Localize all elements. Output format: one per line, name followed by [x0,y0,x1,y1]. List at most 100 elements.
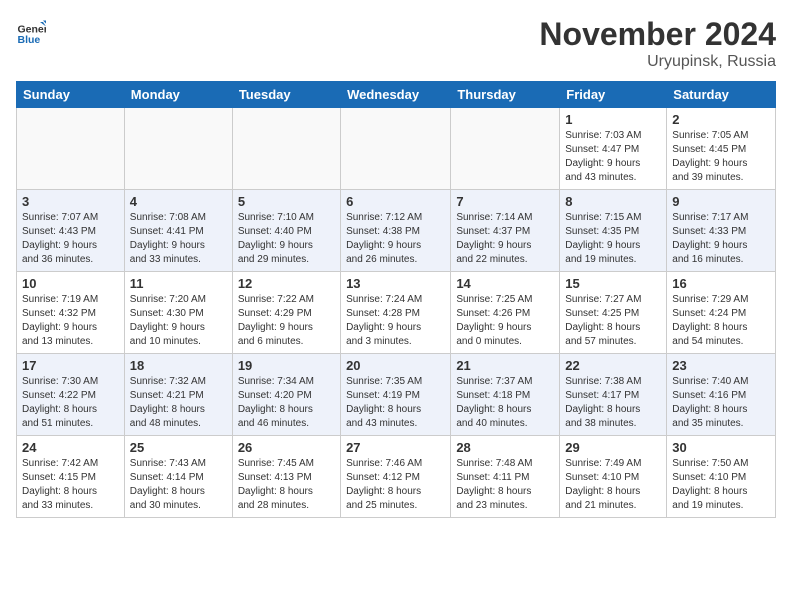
day-info: Sunrise: 7:46 AM Sunset: 4:12 PM Dayligh… [346,457,445,513]
calendar-cell-12: 12 Sunrise: 7:22 AM Sunset: 4:29 PM Dayli… [232,272,340,354]
logo: General Blue [16,16,46,46]
day-info: Sunrise: 7:15 AM Sunset: 4:35 PM Dayligh… [565,211,661,267]
calendar-cell-22: 22Sunrise: 7:38 AM Sunset: 4:17 PM Dayli… [560,354,667,436]
day-number: 16 [672,276,770,291]
page: General Blue November 2024 Uryupinsk, Ru… [0,0,792,528]
day-info: Sunrise: 7:45 AM Sunset: 4:13 PM Dayligh… [238,457,335,513]
day-info: Sunrise: 7:32 AM Sunset: 4:21 PM Dayligh… [130,375,227,431]
calendar-cell-29: 29 Sunrise: 7:49 AM Sunset: 4:10 PM Dayli… [560,436,667,518]
calendar-cell-empty [451,108,560,190]
day-number: 9 [672,194,770,209]
day-info: Sunrise: 7:42 AM Sunset: 4:15 PM Dayligh… [22,457,119,513]
calendar-cell-empty [232,108,340,190]
day-number: 1 [565,112,661,127]
calendar-cell-2: 2 Sunrise: 7:05 AM Sunset: 4:45 PM Daylig… [667,108,776,190]
calendar-cell-24: 24 Sunrise: 7:42 AM Sunset: 4:15 PM Dayli… [17,436,125,518]
day-number: 26 [238,440,335,455]
day-number: 15 [565,276,661,291]
calendar-cell-20: 20Sunrise: 7:35 AM Sunset: 4:19 PM Dayli… [341,354,451,436]
calendar-cell-17: 17 Sunrise: 7:30 AM Sunset: 4:22 PM Dayli… [17,354,125,436]
day-number: 30 [672,440,770,455]
day-info: Sunrise: 7:08 AM Sunset: 4:41 PM Dayligh… [130,211,227,267]
header: General Blue November 2024 Uryupinsk, Ru… [16,16,776,71]
calendar-cell-4: 4Sunrise: 7:08 AM Sunset: 4:41 PM Daylig… [124,190,232,272]
day-info: Sunrise: 7:29 AM Sunset: 4:24 PM Dayligh… [672,293,770,349]
day-number: 12 [238,276,335,291]
day-number: 14 [456,276,554,291]
day-info: Sunrise: 7:37 AM Sunset: 4:18 PM Dayligh… [456,375,554,431]
day-number: 27 [346,440,445,455]
calendar-cell-9: 9 Sunrise: 7:17 AM Sunset: 4:33 PM Daylig… [667,190,776,272]
day-info: Sunrise: 7:43 AM Sunset: 4:14 PM Dayligh… [130,457,227,513]
day-number: 18 [130,358,227,373]
day-info: Sunrise: 7:40 AM Sunset: 4:16 PM Dayligh… [672,375,770,431]
day-number: 6 [346,194,445,209]
title-block: November 2024 Uryupinsk, Russia [539,16,776,71]
day-info: Sunrise: 7:49 AM Sunset: 4:10 PM Dayligh… [565,457,661,513]
day-number: 3 [22,194,119,209]
day-info: Sunrise: 7:50 AM Sunset: 4:10 PM Dayligh… [672,457,770,513]
day-number: 29 [565,440,661,455]
day-info: Sunrise: 7:19 AM Sunset: 4:32 PM Dayligh… [22,293,119,349]
day-number: 23 [672,358,770,373]
day-number: 11 [130,276,227,291]
calendar-header-tuesday: Tuesday [232,82,340,108]
day-info: Sunrise: 7:12 AM Sunset: 4:38 PM Dayligh… [346,211,445,267]
calendar-cell-21: 21Sunrise: 7:37 AM Sunset: 4:18 PM Dayli… [451,354,560,436]
calendar-cell-7: 7 Sunrise: 7:14 AM Sunset: 4:37 PM Daylig… [451,190,560,272]
calendar-cell-18: 18 Sunrise: 7:32 AM Sunset: 4:21 PM Dayli… [124,354,232,436]
day-info: Sunrise: 7:03 AM Sunset: 4:47 PM Dayligh… [565,129,661,185]
day-number: 13 [346,276,445,291]
day-info: Sunrise: 7:05 AM Sunset: 4:45 PM Dayligh… [672,129,770,185]
calendar-header-monday: Monday [124,82,232,108]
calendar-cell-10: 10 Sunrise: 7:19 AM Sunset: 4:32 PM Dayli… [17,272,125,354]
day-number: 7 [456,194,554,209]
day-info: Sunrise: 7:07 AM Sunset: 4:43 PM Dayligh… [22,211,119,267]
calendar-cell-26: 26 Sunrise: 7:45 AM Sunset: 4:13 PM Dayli… [232,436,340,518]
day-info: Sunrise: 7:35 AM Sunset: 4:19 PM Dayligh… [346,375,445,431]
calendar-cell-16: 16 Sunrise: 7:29 AM Sunset: 4:24 PM Dayli… [667,272,776,354]
calendar-week-3: 17 Sunrise: 7:30 AM Sunset: 4:22 PM Dayli… [17,354,776,436]
calendar-header-friday: Friday [560,82,667,108]
day-info: Sunrise: 7:22 AM Sunset: 4:29 PM Dayligh… [238,293,335,349]
calendar-cell-13: 13 Sunrise: 7:24 AM Sunset: 4:28 PM Dayli… [341,272,451,354]
day-info: Sunrise: 7:10 AM Sunset: 4:40 PM Dayligh… [238,211,335,267]
calendar-cell-empty [17,108,125,190]
day-info: Sunrise: 7:17 AM Sunset: 4:33 PM Dayligh… [672,211,770,267]
location: Uryupinsk, Russia [539,53,776,71]
day-info: Sunrise: 7:24 AM Sunset: 4:28 PM Dayligh… [346,293,445,349]
calendar-cell-6: 6 Sunrise: 7:12 AM Sunset: 4:38 PM Daylig… [341,190,451,272]
calendar-week-2: 10 Sunrise: 7:19 AM Sunset: 4:32 PM Dayli… [17,272,776,354]
month-year: November 2024 [539,16,776,53]
day-number: 28 [456,440,554,455]
day-number: 25 [130,440,227,455]
calendar-cell-30: 30 Sunrise: 7:50 AM Sunset: 4:10 PM Dayli… [667,436,776,518]
day-info: Sunrise: 7:34 AM Sunset: 4:20 PM Dayligh… [238,375,335,431]
day-number: 24 [22,440,119,455]
day-info: Sunrise: 7:14 AM Sunset: 4:37 PM Dayligh… [456,211,554,267]
day-number: 10 [22,276,119,291]
calendar-week-4: 24 Sunrise: 7:42 AM Sunset: 4:15 PM Dayli… [17,436,776,518]
calendar-header-row: SundayMondayTuesdayWednesdayThursdayFrid… [17,82,776,108]
calendar-cell-15: 15Sunrise: 7:27 AM Sunset: 4:25 PM Dayli… [560,272,667,354]
day-number: 17 [22,358,119,373]
calendar-cell-8: 8Sunrise: 7:15 AM Sunset: 4:35 PM Daylig… [560,190,667,272]
calendar-cell-23: 23 Sunrise: 7:40 AM Sunset: 4:16 PM Dayli… [667,354,776,436]
calendar-cell-11: 11 Sunrise: 7:20 AM Sunset: 4:30 PM Dayli… [124,272,232,354]
day-number: 19 [238,358,335,373]
day-info: Sunrise: 7:25 AM Sunset: 4:26 PM Dayligh… [456,293,554,349]
logo-icon: General Blue [16,16,46,46]
calendar-cell-3: 3 Sunrise: 7:07 AM Sunset: 4:43 PM Daylig… [17,190,125,272]
calendar-header-sunday: Sunday [17,82,125,108]
day-info: Sunrise: 7:48 AM Sunset: 4:11 PM Dayligh… [456,457,554,513]
calendar-table: SundayMondayTuesdayWednesdayThursdayFrid… [16,81,776,518]
calendar-cell-27: 27 Sunrise: 7:46 AM Sunset: 4:12 PM Dayli… [341,436,451,518]
calendar-cell-28: 28 Sunrise: 7:48 AM Sunset: 4:11 PM Dayli… [451,436,560,518]
day-info: Sunrise: 7:30 AM Sunset: 4:22 PM Dayligh… [22,375,119,431]
calendar-header-thursday: Thursday [451,82,560,108]
calendar-header-saturday: Saturday [667,82,776,108]
day-number: 2 [672,112,770,127]
day-info: Sunrise: 7:20 AM Sunset: 4:30 PM Dayligh… [130,293,227,349]
calendar-header-wednesday: Wednesday [341,82,451,108]
svg-text:Blue: Blue [18,34,41,46]
